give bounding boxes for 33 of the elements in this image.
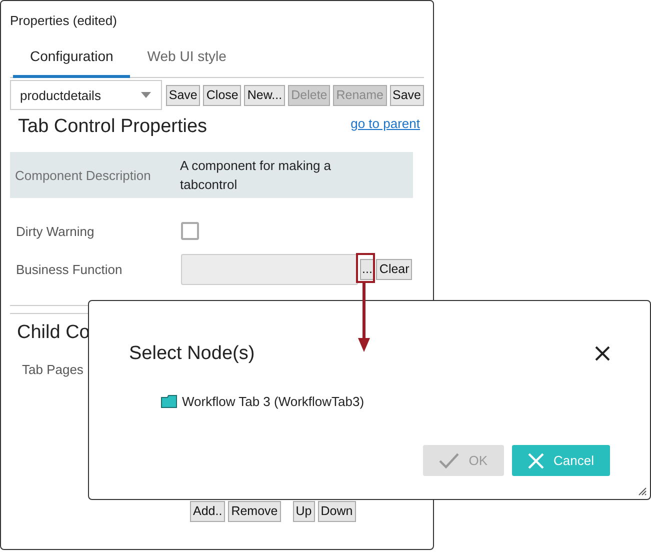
close-icon bbox=[528, 452, 544, 468]
toolbar-button[interactable]: Save bbox=[166, 84, 200, 106]
clear-button[interactable]: Clear bbox=[376, 259, 412, 280]
input-field[interactable] bbox=[181, 254, 358, 285]
page-select[interactable]: productdetails bbox=[10, 80, 162, 110]
caret-icon bbox=[140, 92, 151, 98]
panel-title: Properties (edited) bbox=[10, 13, 117, 28]
toolbar-button[interactable]: Close bbox=[203, 84, 242, 106]
list-button[interactable]: Add.. bbox=[190, 501, 226, 522]
toolbar-button[interactable]: New... bbox=[244, 84, 286, 106]
folder-icon bbox=[161, 395, 177, 408]
description-text: A component for making a tabcontrol bbox=[180, 157, 332, 194]
checkmark-icon bbox=[438, 452, 459, 468]
list-button[interactable]: Remove bbox=[228, 501, 281, 522]
list-button[interactable]: Up bbox=[292, 501, 315, 522]
tab[interactable]: Configuration bbox=[13, 41, 130, 78]
dialog-title: Select Node(s) bbox=[129, 343, 255, 365]
browse-button[interactable]: ... bbox=[360, 259, 374, 280]
close-icon[interactable] bbox=[595, 346, 610, 360]
checkbox[interactable] bbox=[181, 222, 199, 240]
section-heading: Tab Control Properties bbox=[18, 116, 208, 138]
tree-node[interactable]: Workflow Tab 3 (WorkflowTab3) bbox=[161, 394, 610, 409]
resize-grip-icon[interactable] bbox=[637, 486, 647, 496]
highlight-frame bbox=[356, 253, 375, 283]
annotation-arrow bbox=[358, 282, 370, 352]
field-label: Tab Pages bbox=[21, 362, 84, 377]
list-button[interactable]: Down bbox=[318, 501, 356, 522]
tab[interactable]: Web UI style bbox=[130, 41, 244, 78]
field-label: Dirty Warning bbox=[16, 224, 96, 238]
field-label: Business Function bbox=[16, 262, 124, 277]
toolbar-button[interactable]: Save bbox=[390, 84, 424, 106]
field-label: Component Description bbox=[15, 168, 152, 182]
parent-link[interactable]: go to parent bbox=[350, 116, 420, 131]
